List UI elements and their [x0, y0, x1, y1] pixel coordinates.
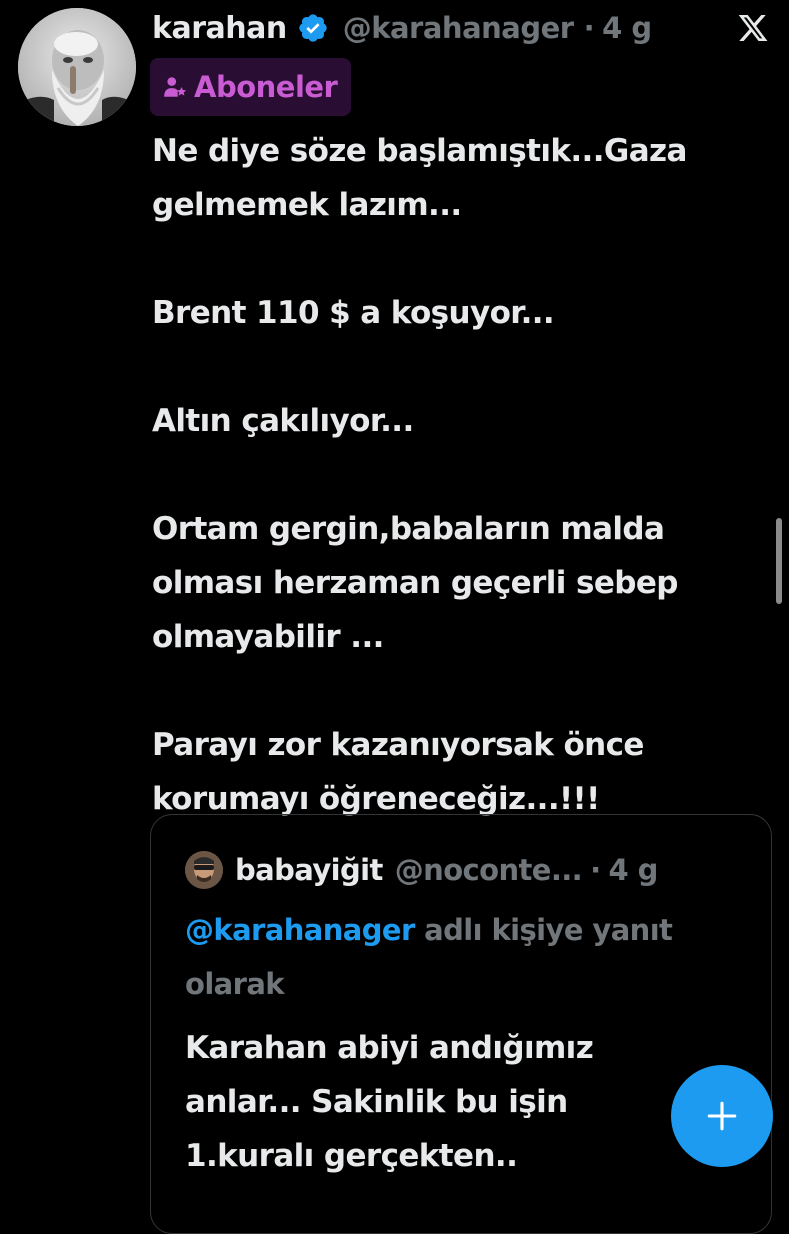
verified-badge-icon[interactable] [297, 12, 329, 44]
quoted-author-display-name[interactable]: babayiğit [235, 853, 383, 887]
quoted-post-card[interactable]: babayiğit @noconte... · 4 g @karahanager… [150, 814, 772, 1234]
x-logo-icon[interactable] [735, 12, 771, 44]
subscribers-badge[interactable]: Aboneler [150, 58, 352, 116]
post-paragraph: Altın çakılıyor... [152, 403, 414, 439]
post-paragraph: Brent 110 $ a koşuyor... [152, 295, 555, 331]
scrollbar-thumb[interactable] [776, 518, 782, 604]
quoted-author-handle[interactable]: @noconte... [395, 853, 583, 887]
quoted-author-avatar-image [185, 851, 223, 889]
quoted-post-body: Karahan abiyi andığımız anlar... Sakinli… [185, 1030, 594, 1174]
post-paragraph: Ne diye söze başlamıştık...Gaza gelmemek… [152, 133, 687, 223]
post-body: Ne diye söze başlamıştık...Gaza gelmemek… [152, 124, 762, 826]
separator-dot: · [583, 11, 595, 45]
post-paragraph: Parayı zor kazanıyorsak önce korumayı öğ… [152, 727, 644, 817]
author-avatar[interactable] [18, 8, 136, 126]
compose-button[interactable] [671, 1065, 773, 1167]
plus-icon [707, 1101, 737, 1131]
reply-context: @karahanager adlı kişiye yanıt olarak [185, 903, 745, 1011]
separator-dot: · [590, 853, 601, 887]
post-header: karahan @karahanager · 4 g [152, 4, 652, 52]
reply-mention-link[interactable]: @karahanager [185, 913, 415, 947]
quoted-author-avatar[interactable] [185, 851, 223, 889]
quoted-post-header: babayiğit @noconte... · 4 g [185, 847, 658, 893]
author-handle[interactable]: @karahanager [343, 11, 574, 45]
author-display-name[interactable]: karahan [152, 11, 287, 46]
post-time[interactable]: 4 g [602, 11, 652, 45]
author-avatar-image [18, 8, 136, 126]
subscriber-person-star-icon [164, 77, 187, 97]
subscribers-badge-label: Aboneler [194, 70, 338, 104]
post-paragraph: Ortam gergin,babaların malda olması herz… [152, 511, 678, 655]
quoted-post-time[interactable]: 4 g [609, 853, 659, 887]
